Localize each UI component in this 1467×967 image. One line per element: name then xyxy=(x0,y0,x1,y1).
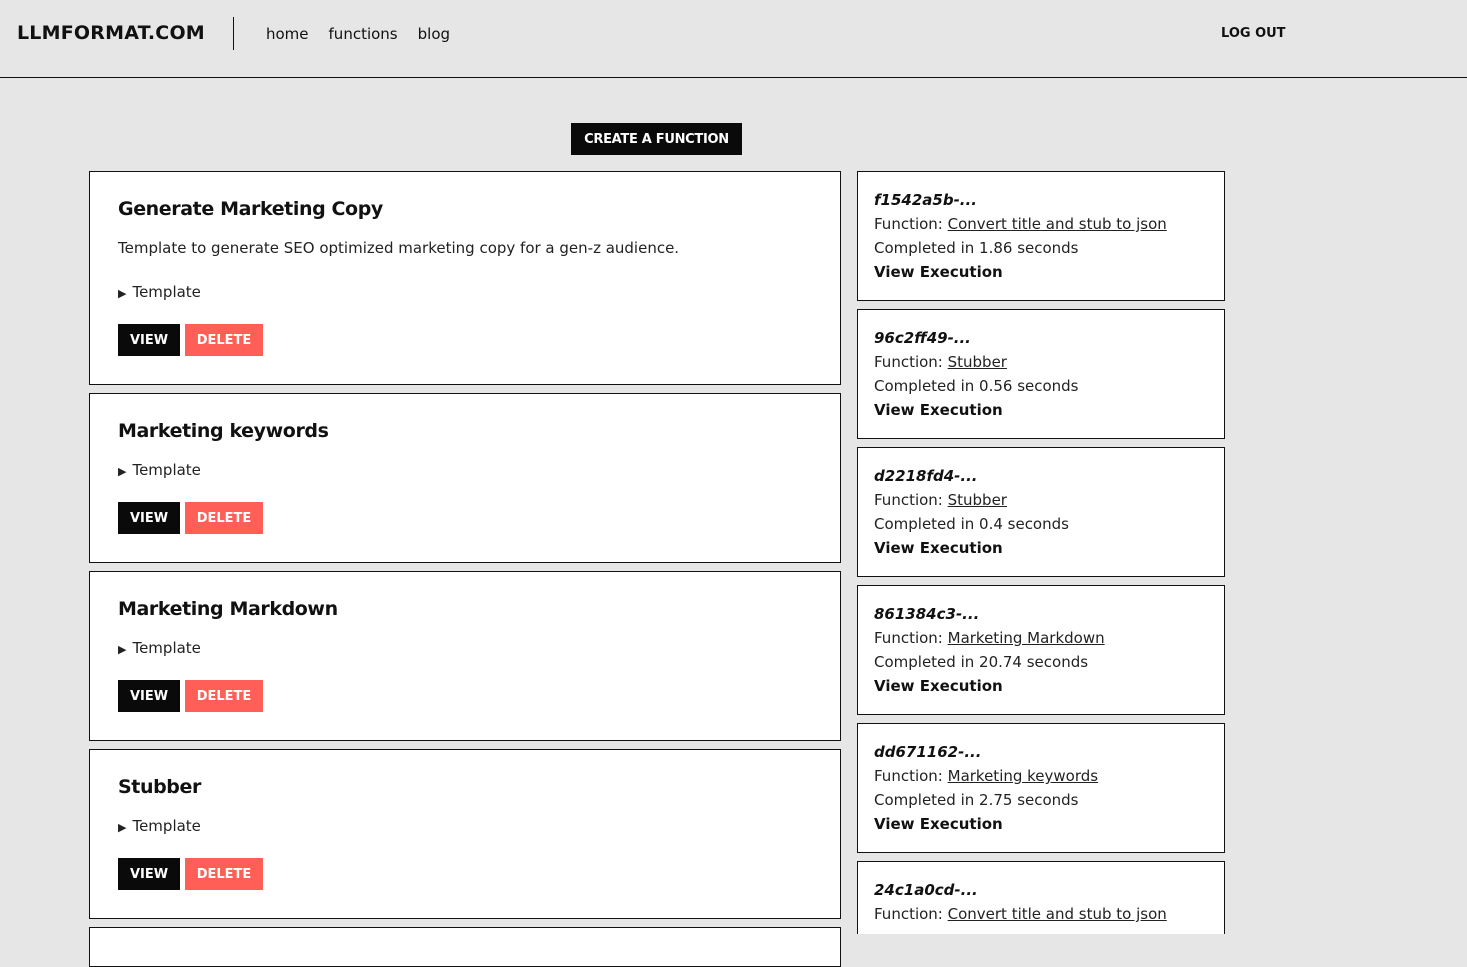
execution-card: 861384c3-... Function: Marketing Markdow… xyxy=(857,585,1225,715)
execution-id: 24c1a0cd-... xyxy=(874,881,978,899)
execution-function: Function: Convert title and stub to json xyxy=(874,215,1167,233)
view-execution-link[interactable]: View Execution xyxy=(874,677,1003,695)
function-card: Marketing keywords ▶ Template VIEW DELETE xyxy=(89,393,841,563)
template-label: Template xyxy=(132,461,201,479)
execution-card: 96c2ff49-... Function: Stubber Completed… xyxy=(857,309,1225,439)
function-prefix: Function: xyxy=(874,629,948,647)
view-execution-link[interactable]: View Execution xyxy=(874,815,1003,833)
execution-function-link[interactable]: Stubber xyxy=(948,353,1007,371)
execution-function: Function: Marketing Markdown xyxy=(874,629,1105,647)
main-nav: home functions blog xyxy=(266,25,450,43)
function-card: Generate Marketing Copy Template to gene… xyxy=(89,171,841,385)
execution-id: 861384c3-... xyxy=(874,605,980,623)
function-title: Marketing Markdown xyxy=(118,598,338,620)
execution-function: Function: Stubber xyxy=(874,353,1007,371)
function-prefix: Function: xyxy=(874,215,948,233)
view-button[interactable]: VIEW xyxy=(118,324,180,356)
function-title: Stubber xyxy=(118,776,201,798)
view-execution-link[interactable]: View Execution xyxy=(874,401,1003,419)
execution-id: 96c2ff49-... xyxy=(874,329,971,347)
view-button[interactable]: VIEW xyxy=(118,680,180,712)
function-title: Generate Marketing Copy xyxy=(118,198,383,220)
delete-button[interactable]: DELETE xyxy=(185,502,263,534)
function-actions: VIEW DELETE xyxy=(118,858,263,890)
site-logo[interactable]: LLMFORMAT.COM xyxy=(17,22,205,44)
caret-right-icon: ▶ xyxy=(118,287,127,300)
template-toggle[interactable]: ▶ Template xyxy=(118,817,201,835)
function-title: Marketing keywords xyxy=(118,420,329,442)
function-prefix: Function: xyxy=(874,905,948,923)
function-description: Template to generate SEO optimized marke… xyxy=(118,239,680,257)
execution-card: d2218fd4-... Function: Stubber Completed… xyxy=(857,447,1225,577)
create-function-button[interactable]: CREATE A FUNCTION xyxy=(571,123,742,155)
execution-function-link[interactable]: Marketing Markdown xyxy=(948,629,1105,647)
execution-duration: Completed in 1.86 seconds xyxy=(874,239,1079,257)
caret-right-icon: ▶ xyxy=(118,643,127,656)
site-header: LLMFORMAT.COM home functions blog LOG OU… xyxy=(0,0,1467,78)
execution-id: dd671162-... xyxy=(874,743,982,761)
template-label: Template xyxy=(132,817,201,835)
function-card xyxy=(89,927,841,967)
function-actions: VIEW DELETE xyxy=(118,502,263,534)
delete-button[interactable]: DELETE xyxy=(185,680,263,712)
function-prefix: Function: xyxy=(874,353,948,371)
nav-functions[interactable]: functions xyxy=(329,25,398,43)
function-prefix: Function: xyxy=(874,767,948,785)
function-actions: VIEW DELETE xyxy=(118,680,263,712)
nav-blog[interactable]: blog xyxy=(418,25,450,43)
view-button[interactable]: VIEW xyxy=(118,502,180,534)
delete-button[interactable]: DELETE xyxy=(185,858,263,890)
function-actions: VIEW DELETE xyxy=(118,324,263,356)
execution-card: dd671162-... Function: Marketing keyword… xyxy=(857,723,1225,853)
function-card: Stubber ▶ Template VIEW DELETE xyxy=(89,749,841,919)
execution-card: 24c1a0cd-... Function: Convert title and… xyxy=(857,861,1225,934)
execution-function: Function: Convert title and stub to json xyxy=(874,905,1167,923)
view-execution-link[interactable]: View Execution xyxy=(874,263,1003,281)
execution-duration: Completed in 0.56 seconds xyxy=(874,377,1079,395)
execution-duration: Completed in 2.75 seconds xyxy=(874,791,1079,809)
caret-right-icon: ▶ xyxy=(118,465,127,478)
execution-card: f1542a5b-... Function: Convert title and… xyxy=(857,171,1225,301)
function-card: Marketing Markdown ▶ Template VIEW DELETE xyxy=(89,571,841,741)
template-toggle[interactable]: ▶ Template xyxy=(118,461,201,479)
view-execution-link[interactable]: View Execution xyxy=(874,539,1003,557)
caret-right-icon: ▶ xyxy=(118,821,127,834)
execution-id: d2218fd4-... xyxy=(874,467,978,485)
nav-home[interactable]: home xyxy=(266,25,309,43)
execution-function: Function: Marketing keywords xyxy=(874,767,1098,785)
execution-function: Function: Stubber xyxy=(874,491,1007,509)
header-divider xyxy=(233,17,234,50)
template-label: Template xyxy=(132,639,201,657)
execution-function-link[interactable]: Stubber xyxy=(948,491,1007,509)
execution-function-link[interactable]: Convert title and stub to json xyxy=(948,215,1167,233)
execution-duration: Completed in 0.4 seconds xyxy=(874,515,1069,533)
template-toggle[interactable]: ▶ Template xyxy=(118,283,201,301)
function-prefix: Function: xyxy=(874,491,948,509)
template-toggle[interactable]: ▶ Template xyxy=(118,639,201,657)
template-label: Template xyxy=(132,283,201,301)
execution-function-link[interactable]: Marketing keywords xyxy=(948,767,1098,785)
view-button[interactable]: VIEW xyxy=(118,858,180,890)
delete-button[interactable]: DELETE xyxy=(185,324,263,356)
logout-link[interactable]: LOG OUT xyxy=(1221,26,1286,41)
execution-id: f1542a5b-... xyxy=(874,191,977,209)
execution-function-link[interactable]: Convert title and stub to json xyxy=(948,905,1167,923)
execution-duration: Completed in 20.74 seconds xyxy=(874,653,1089,671)
